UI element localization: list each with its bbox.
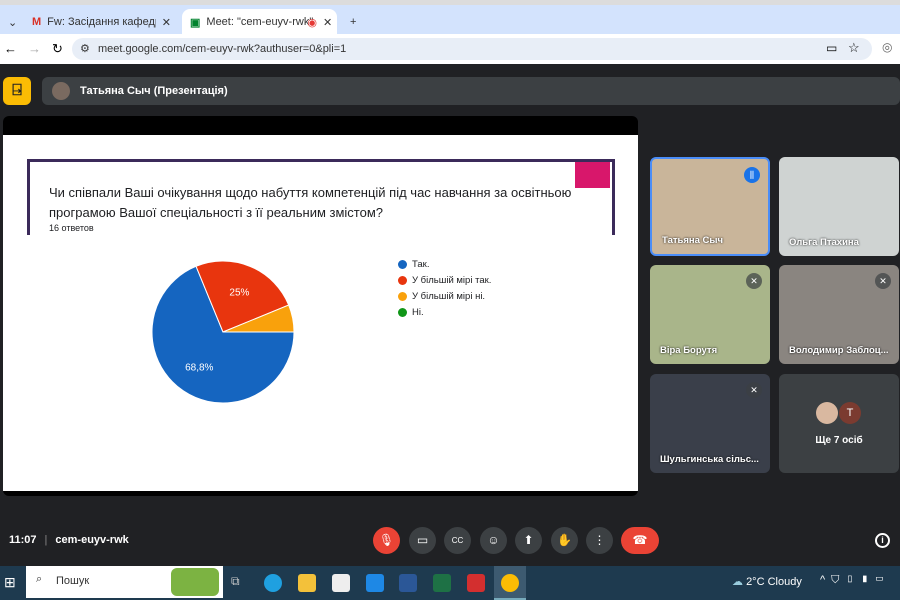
back-icon[interactable]: ← [4,41,17,56]
more-participants-tile[interactable]: T Ще 7 осіб [779,374,899,473]
task-view-icon[interactable]: ⧉ [231,574,240,589]
avatar [816,402,838,424]
url-input[interactable]: ⚙ meet.google.com/cem-euyv-rwk?authuser=0… [72,38,872,60]
leave-door-icon[interactable]: ⍈ [3,77,31,105]
pdf-icon[interactable] [467,574,485,592]
avatar: T [839,402,861,424]
legend-swatch [398,307,407,317]
close-icon[interactable]: ✕ [323,16,332,29]
chrome-taskbar-button[interactable] [494,566,526,600]
presentation-stage: Чи співпали Ваші очікування щодо набуття… [3,116,638,496]
present-button[interactable]: ⬆ [515,527,542,554]
gmail-icon: M [32,16,42,28]
presentation-bar[interactable]: Татьяна Сыч (Презентація) [42,77,900,105]
search-input[interactable]: ⌕ Пошук [26,566,223,598]
legend-label: У більшій мірі ні. [412,290,486,302]
raise-hand-button[interactable]: ✋ [551,527,578,554]
legend-item: У більшій мірі так. [398,272,491,288]
participant-tile[interactable]: ⫼ Татьяна Сыч [650,157,770,256]
legend-item: Так. [398,256,491,272]
legend-item: У більшій мірі ні. [398,288,491,304]
tab-list-button[interactable]: ⌄ [0,9,22,35]
participant-tile[interactable]: Ольга Птахина [779,157,899,256]
new-tab-button[interactable]: + [342,9,364,35]
speaking-icon: ⫼ [744,167,760,183]
camera-icon[interactable]: ▭ [826,41,837,55]
reload-icon[interactable]: ↻ [52,41,63,57]
response-count: 16 ответов [49,223,94,233]
tab-strip: ⌄ MFw: Засідання кафедри 14.03.2✕ ▣Meet:… [0,0,900,35]
forward-icon[interactable]: → [28,41,41,56]
chrome-icon [501,574,519,592]
edge-icon[interactable] [264,574,282,592]
close-icon[interactable]: ✕ [162,16,171,29]
excel-icon[interactable] [433,574,451,592]
more-options-button[interactable]: ⋮ [586,527,613,554]
mic-off-icon: ✕ [746,273,762,289]
mic-off-icon: ✕ [746,382,762,398]
more-people-label: Ще 7 осіб [815,435,863,446]
legend-swatch [398,275,407,285]
recording-icon: ◉ [307,16,318,29]
windows-start-icon[interactable]: ⊞ [4,574,16,591]
leave-call-button[interactable]: ☎ [621,527,659,554]
legend-label: У більшій мірі так. [412,274,492,286]
avatar [52,82,70,100]
legend-label: Ні. [412,306,424,318]
store-icon[interactable] [332,574,350,592]
legend-swatch [398,291,407,301]
meeting-info: 11:07 | cem-euyv-rwk [9,534,129,546]
word-icon[interactable] [399,574,417,592]
meet-icon: ▣ [190,16,201,29]
search-highlight-image [171,568,219,596]
slice-label: 68,8% [185,362,213,373]
mic-off-button[interactable]: 🎙 [373,527,400,554]
participant-tile[interactable]: ✕ Віра Борутя [650,265,770,364]
system-tray-icons[interactable]: ^⛉▯▮▭ [820,574,890,587]
taskbar: ⊞ ⌕ Пошук ⧉ ☁ 2°C Cloudy ^⛉▯▮▭ [0,566,900,600]
legend-label: Так. [412,258,430,270]
search-icon: ⌕ [36,573,43,585]
address-bar: ← → ↻ ⚙ meet.google.com/cem-euyv-rwk?auth… [0,34,900,64]
legend-item: Ні. [398,304,491,320]
weather-widget[interactable]: ☁ 2°C Cloudy [732,575,802,588]
mail-icon[interactable] [366,574,384,592]
legend-swatch [398,259,407,269]
camera-button[interactable]: ▭ [409,527,436,554]
tab-meet[interactable]: ▣ Meet: "cem-euyv-rwk" ◉ ✕ [182,9,337,35]
info-icon[interactable]: i [875,533,890,548]
pie-chart: 68,8% 25% [151,260,295,404]
participant-tile[interactable]: ✕ Володимир Заблоц... [779,265,899,364]
participant-tile[interactable]: ✕ Шульгинська сільс... [650,374,770,473]
emoji-button[interactable]: ☺ [480,527,507,554]
chart-legend: Так. У більшій мірі так. У більшій мірі ні… [398,256,491,320]
globe-icon[interactable]: ◎ [882,40,892,54]
site-info-icon[interactable]: ⚙ [80,42,90,55]
tab-gmail[interactable]: MFw: Засідання кафедри 14.03.2✕ [24,9,179,35]
question-text: Чи співпали Ваші очікування щодо набуття… [49,185,572,220]
captions-button[interactable]: CC [444,527,471,554]
file-explorer-icon[interactable] [298,574,316,592]
cloud-icon: ☁ [732,576,743,588]
bookmark-star-icon[interactable]: ☆ [848,40,860,56]
mic-off-icon: ✕ [875,273,891,289]
slice-label: 25% [229,288,249,299]
slide: Чи співпали Ваші очікування щодо набуття… [3,135,638,491]
